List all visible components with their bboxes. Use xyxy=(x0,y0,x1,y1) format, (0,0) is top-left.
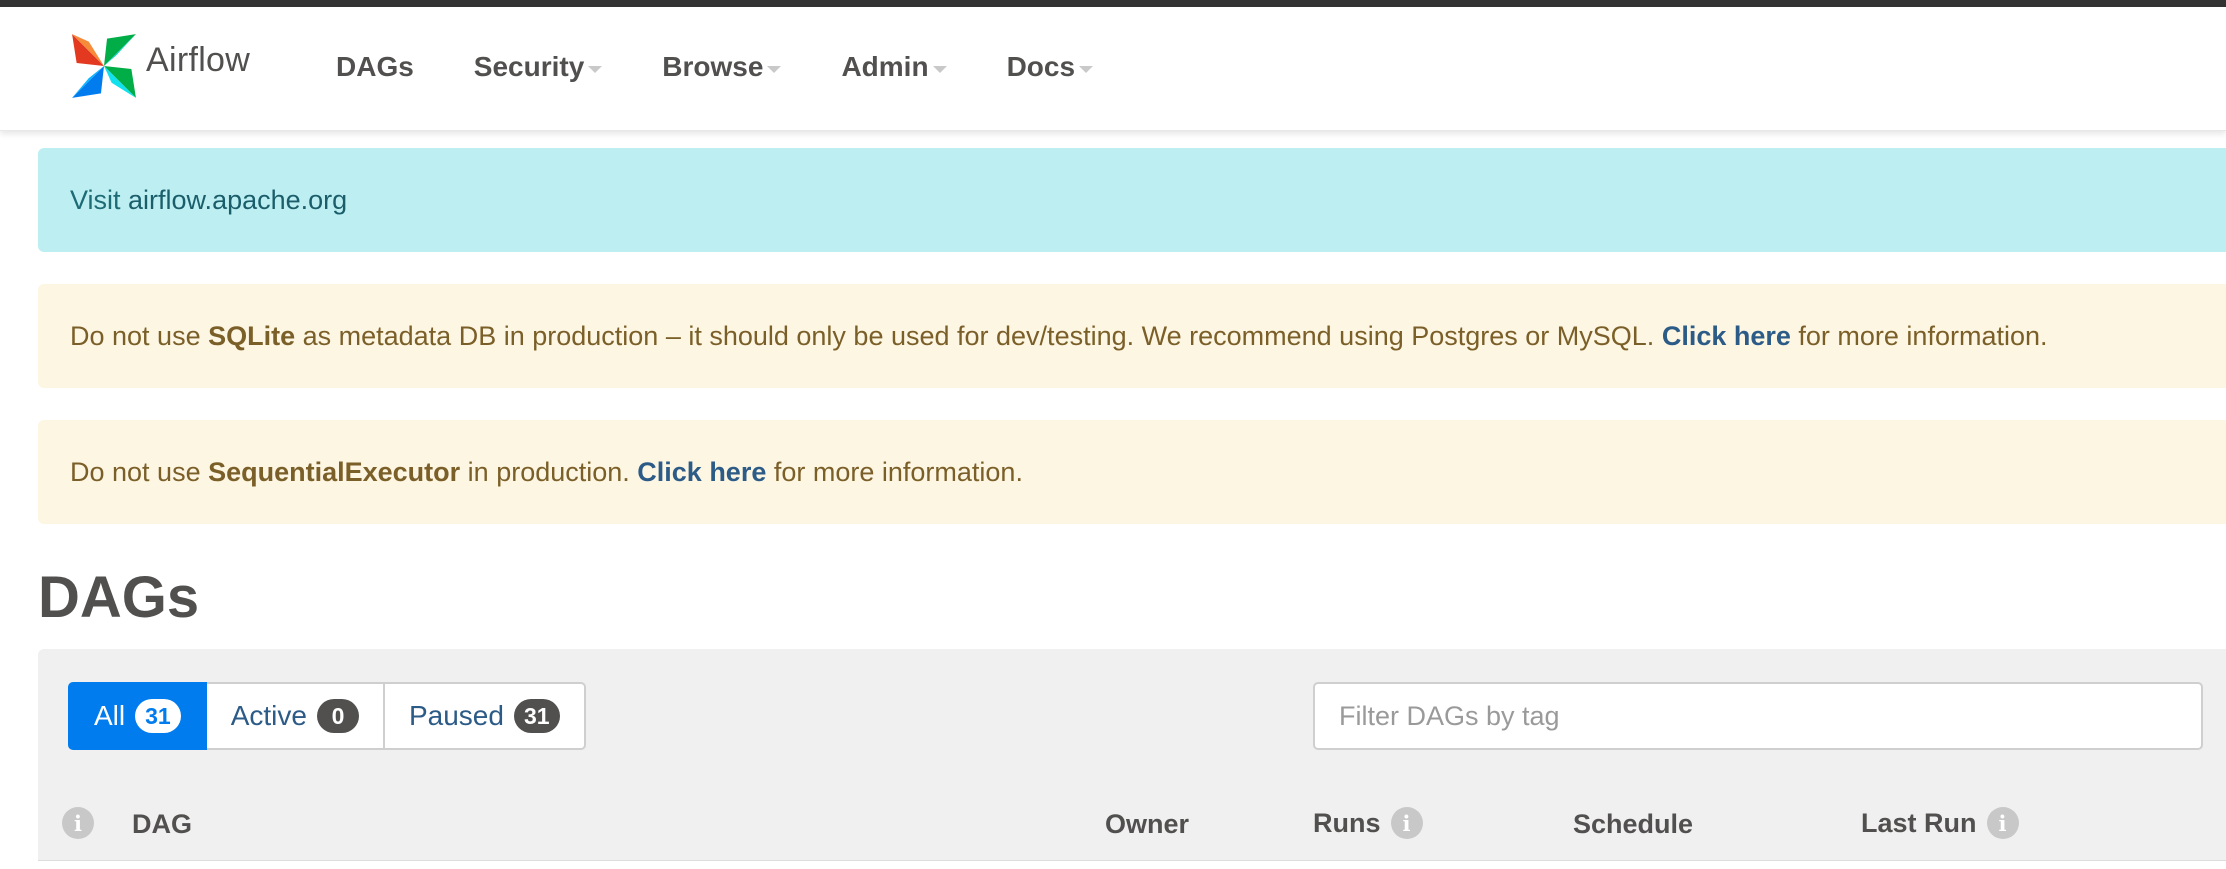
airflow-pinwheel-icon xyxy=(72,34,136,98)
filter-paused-label: Paused xyxy=(408,700,504,731)
tag-filter-input[interactable] xyxy=(1313,682,2203,750)
nav-dags[interactable]: DAGs xyxy=(336,51,414,83)
filter-active-button[interactable]: Active 0 xyxy=(206,682,385,750)
caret-down-icon xyxy=(1079,65,1094,73)
main-nav: DAGs Security Browse Admin Docs xyxy=(336,51,1153,83)
header-schedule-label: Schedule xyxy=(1573,809,1694,839)
info-alert-prefix: Visit xyxy=(70,184,129,215)
header-owner[interactable]: Owner xyxy=(1105,809,1189,840)
filter-active-label: Active xyxy=(230,700,307,731)
caret-down-icon xyxy=(588,65,603,73)
executor-warning-text-1: Do not use xyxy=(70,456,209,487)
page-title: DAGs xyxy=(38,565,200,630)
sqlite-click-here-link[interactable]: Click here xyxy=(1662,321,1791,352)
brand-name: Airflow xyxy=(146,40,251,79)
status-filter-group: All 31 Active 0 Paused 31 xyxy=(68,682,586,750)
header-owner-label: Owner xyxy=(1105,809,1190,839)
filter-all-label: All xyxy=(94,700,126,731)
executor-warning-bold: SequentialExecutor xyxy=(208,456,461,487)
header-dag-label: DAG xyxy=(132,809,192,839)
executor-warning-text-2: in production. xyxy=(460,456,638,487)
caret-down-icon xyxy=(767,65,782,73)
executor-warning-alert: Do not use SequentialExecutor in product… xyxy=(38,420,2226,524)
nav-security-label: Security xyxy=(473,51,585,82)
executor-warning-text-3: for more information. xyxy=(766,456,1023,487)
info-alert: Visit airflow.apache.org xyxy=(38,148,2226,252)
nav-browse[interactable]: Browse xyxy=(662,51,782,83)
airflow-site-link[interactable]: airflow.apache.org xyxy=(128,185,347,216)
caret-down-icon xyxy=(932,65,947,73)
sqlite-warning-text-3: for more information. xyxy=(1790,320,2048,351)
header-last-run: Last Run i xyxy=(1861,807,2019,839)
header-info-column: i xyxy=(62,807,94,839)
nav-docs-label: Docs xyxy=(1006,51,1076,82)
filter-all-count-badge: 31 xyxy=(135,699,181,733)
nav-admin-label: Admin xyxy=(841,51,929,82)
header-schedule[interactable]: Schedule xyxy=(1573,809,1693,840)
dags-table-header: i DAG Owner Runs i Schedule Last Run i xyxy=(38,777,2226,868)
navbar: Airflow DAGs Security Browse Admin Docs xyxy=(0,7,2226,131)
sqlite-warning-bold: SQLite xyxy=(208,320,296,351)
sqlite-warning-alert: Do not use SQLite as metadata DB in prod… xyxy=(38,284,2226,388)
nav-dags-label: DAGs xyxy=(336,51,414,82)
executor-click-here-link[interactable]: Click here xyxy=(637,457,766,488)
runs-info-icon[interactable]: i xyxy=(1390,807,1423,839)
header-runs-label: Runs xyxy=(1313,807,1381,838)
header-last-run-label: Last Run xyxy=(1861,807,1977,838)
sqlite-warning-text-1: Do not use xyxy=(70,320,209,351)
sqlite-warning-text-2: as metadata DB in production – it should… xyxy=(295,320,1662,351)
info-icon[interactable]: i xyxy=(62,807,94,839)
filter-paused-button[interactable]: Paused 31 xyxy=(384,682,586,750)
filter-paused-count-badge: 31 xyxy=(513,699,560,733)
nav-docs[interactable]: Docs xyxy=(1006,51,1094,83)
dags-panel: All 31 Active 0 Paused 31 i DAG Owner Ru… xyxy=(38,649,2226,869)
nav-browse-label: Browse xyxy=(662,51,764,82)
top-border xyxy=(0,0,2226,7)
filter-active-count-badge: 0 xyxy=(316,699,359,733)
header-runs: Runs i xyxy=(1313,807,1423,839)
header-dag[interactable]: DAG xyxy=(132,809,192,840)
nav-admin[interactable]: Admin xyxy=(841,51,947,83)
last-run-info-icon[interactable]: i xyxy=(1986,807,2019,839)
nav-security[interactable]: Security xyxy=(474,51,603,83)
filter-all-button[interactable]: All 31 xyxy=(68,682,207,750)
brand-home-link[interactable]: Airflow xyxy=(66,26,250,106)
